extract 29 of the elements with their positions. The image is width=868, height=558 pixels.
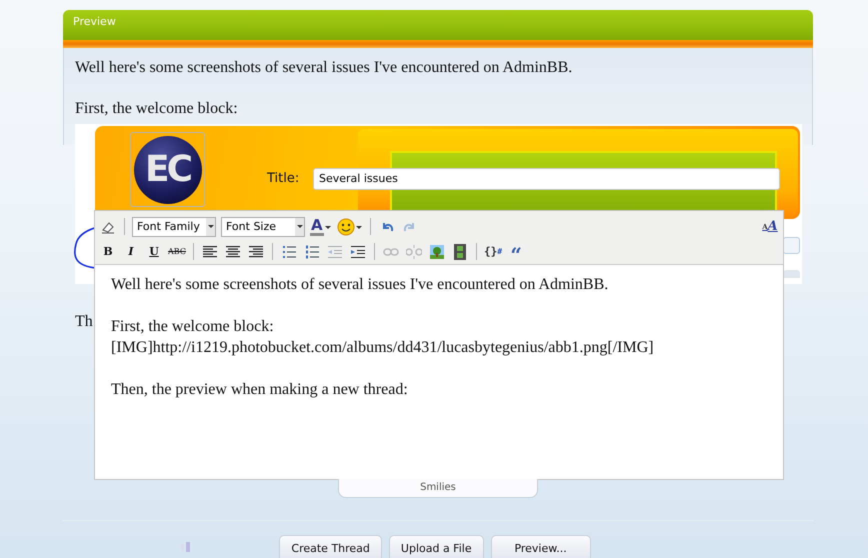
film-icon[interactable] xyxy=(451,242,469,262)
post-text: Th xyxy=(75,312,93,332)
text-color-button[interactable]: A xyxy=(310,216,332,236)
caret-icon[interactable] xyxy=(296,224,302,228)
italic-button[interactable]: I xyxy=(122,242,140,262)
post-text: First, the welcome block: xyxy=(75,99,239,119)
title-label: Title: xyxy=(267,171,300,186)
panel-title: Preview xyxy=(72,15,116,29)
smiley-icon[interactable] xyxy=(336,216,363,236)
action-button[interactable]: Preview... xyxy=(490,535,591,558)
action-button[interactable]: Upload a File xyxy=(388,535,484,558)
underline-button[interactable]: U xyxy=(145,242,163,262)
caret-icon[interactable] xyxy=(208,224,214,228)
editor-text: First, the welcome block: xyxy=(111,317,275,337)
editor-text: [IMG]http://i1219.photobucket.com/albums/dd431/lucasbytegenius/abb1.png[/IMG] xyxy=(111,338,655,358)
editor-text: Then, the preview when making a new thread: xyxy=(111,380,409,400)
title-field[interactable]: Several issues xyxy=(313,168,780,190)
strike-button[interactable]: ABC xyxy=(168,242,186,262)
dropdown[interactable]: Font Size xyxy=(221,216,305,236)
quote-button[interactable]: “ xyxy=(507,242,526,262)
dropdown[interactable]: Font Family xyxy=(132,216,216,236)
smilies-tab[interactable]: Smilies xyxy=(338,479,538,498)
caret-icon[interactable] xyxy=(324,226,332,230)
action-button[interactable]: Create Thread xyxy=(279,535,382,558)
editor-text: Well here's some screenshots of several issues I've encountered on AdminBB. xyxy=(111,275,610,295)
bold-button[interactable]: B xyxy=(99,242,117,262)
post-text: Well here's some screenshots of several issues I've encountered on AdminBB. xyxy=(75,58,574,78)
bars-icon xyxy=(181,542,190,552)
tab-edge xyxy=(783,270,800,278)
